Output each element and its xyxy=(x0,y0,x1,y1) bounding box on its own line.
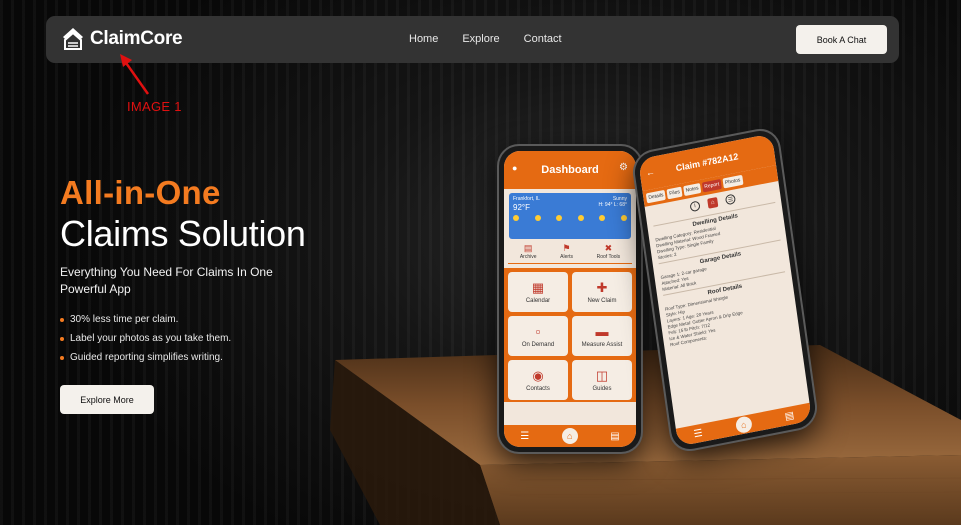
tile-label: Contacts xyxy=(526,385,550,392)
claimcore-logo-icon xyxy=(63,28,83,50)
sun-icon xyxy=(534,215,541,221)
feature-item: Label your photos as you take them. xyxy=(60,329,231,348)
clipboard-icon: ▫ xyxy=(535,323,541,339)
feature-item: 30% less time per claim. xyxy=(60,310,231,329)
annotation-label: IMAGE 1 xyxy=(127,99,182,114)
home-icon[interactable]: ⌂ xyxy=(561,428,578,444)
annotation-arrow-icon xyxy=(120,54,150,95)
headline-accent: All-in-One xyxy=(60,174,221,211)
calendar-icon: ▦ xyxy=(531,279,545,295)
nav-link-contact[interactable]: Contact xyxy=(524,33,562,45)
back-arrow-icon[interactable]: ← xyxy=(645,166,655,178)
tile-new-claim[interactable]: ✚ New Claim xyxy=(572,272,632,312)
new-claim-icon: ✚ xyxy=(596,279,608,295)
sun-icon xyxy=(620,215,627,221)
home-icon[interactable]: ⌂ xyxy=(734,415,753,435)
tile-measure-assist[interactable]: ▬ Measure Assist xyxy=(572,316,632,356)
tab-details[interactable]: Details xyxy=(645,189,667,204)
feature-item: Guided reporting simplifies writing. xyxy=(60,348,231,367)
tab-notes[interactable]: Notes xyxy=(683,182,702,197)
bullet-dot-icon xyxy=(60,336,64,341)
archive-icon: ▤ xyxy=(523,243,533,253)
dashboard-title: Dashboard xyxy=(541,164,599,176)
dashboard-tabbar: ☰ ⌂ ▤ xyxy=(504,425,636,447)
quick-tools: ▤ Archive ⚑ Alerts ✖ Roof Tools xyxy=(508,243,632,264)
ruler-icon: ▬ xyxy=(595,323,609,339)
home-icon[interactable]: ⌂ xyxy=(707,196,719,209)
tile-on-demand[interactable]: ▫ On Demand xyxy=(508,316,568,356)
weather-location: Frankfort, IL xyxy=(513,196,540,202)
menu-icon[interactable]: ☰ xyxy=(693,427,703,440)
tile-label: New Claim xyxy=(587,297,617,304)
bullet-dot-icon xyxy=(60,317,64,322)
contacts-icon: ◉ xyxy=(532,367,544,383)
document-icon[interactable]: ▤ xyxy=(784,409,795,422)
tool-alerts[interactable]: ⚑ Alerts xyxy=(560,243,573,260)
tile-label: On Demand xyxy=(521,341,555,348)
tool-archive[interactable]: ▤ Archive xyxy=(520,243,537,260)
nav-link-home[interactable]: Home xyxy=(409,33,438,45)
tools-icon: ✖ xyxy=(604,243,613,253)
bell-icon: ⚑ xyxy=(562,243,571,253)
profile-icon: ● xyxy=(512,163,518,173)
tile-contacts[interactable]: ◉ Contacts xyxy=(508,360,568,400)
dashboard-screen: ● Dashboard ⚙ Frankfort, IL Sunny 92°F H… xyxy=(504,151,636,447)
book-icon: ◫ xyxy=(595,367,609,383)
tool-label: Archive xyxy=(519,254,537,260)
sun-icon xyxy=(513,215,519,221)
weather-hilo: H: 94° L: 68° xyxy=(598,202,627,208)
tab-files[interactable]: Files xyxy=(666,186,683,200)
sun-icon xyxy=(599,215,606,221)
weather-widget: Frankfort, IL Sunny 92°F H: 94° L: 68° xyxy=(509,193,631,239)
tile-label: Calendar xyxy=(525,297,551,304)
headline-main: Claims Solution xyxy=(60,213,306,254)
tool-label: Roof Tools xyxy=(596,254,621,260)
dashboard-header: ● Dashboard ⚙ xyxy=(504,151,636,189)
document-icon[interactable]: ▤ xyxy=(610,431,619,442)
brand-logo[interactable]: ClaimCore xyxy=(59,25,183,53)
menu-icon[interactable]: ☰ xyxy=(520,431,529,442)
hero-stage: ClaimCore Home Explore Contact Book A Ch… xyxy=(0,0,961,525)
tab-photos[interactable]: Photos xyxy=(722,174,744,189)
list-icon[interactable]: ☰ xyxy=(724,193,737,206)
gear-icon: ⚙ xyxy=(619,162,628,173)
tool-roof-tools[interactable]: ✖ Roof Tools xyxy=(597,243,621,260)
hero-subcopy: Everything You Need For Claims In One Po… xyxy=(60,265,273,296)
tool-label: Alerts xyxy=(560,254,573,260)
nav-links: Home Explore Contact xyxy=(409,33,562,45)
tile-label: Measure Assist xyxy=(581,341,623,348)
info-icon[interactable]: i xyxy=(689,200,701,213)
claim-title: Claim #782A12 xyxy=(675,151,739,174)
tab-report[interactable]: Report xyxy=(701,178,722,193)
weather-forecast xyxy=(513,215,627,221)
feature-text: Label your photos as you take them. xyxy=(70,333,232,344)
top-navbar: ClaimCore Home Explore Contact Book A Ch… xyxy=(46,16,899,63)
bullet-dot-icon xyxy=(60,355,64,360)
book-a-chat-button[interactable]: Book A Chat xyxy=(796,25,887,54)
explore-more-button[interactable]: Explore More xyxy=(60,385,154,414)
tile-guides[interactable]: ◫ Guides xyxy=(572,360,632,400)
sun-icon xyxy=(556,215,563,221)
nav-link-explore[interactable]: Explore xyxy=(462,33,499,45)
tile-label: Guides xyxy=(592,385,612,392)
feature-text: 30% less time per claim. xyxy=(70,314,179,325)
tile-grid: ▦ Calendar ✚ New Claim ▫ On Demand ▬ Measure… xyxy=(508,272,632,400)
feature-text: Guided reporting simplifies writing. xyxy=(70,352,223,363)
weather-temp: 92°F xyxy=(513,203,530,212)
brand-name: ClaimCore xyxy=(90,28,183,49)
phone-mockup-dashboard: ● Dashboard ⚙ Frankfort, IL Sunny 92°F H… xyxy=(499,146,641,452)
tile-calendar[interactable]: ▦ Calendar xyxy=(508,272,568,312)
tile-panel: ▦ Calendar ✚ New Claim ▫ On Demand ▬ Measure… xyxy=(504,268,636,402)
sun-icon xyxy=(577,215,584,221)
feature-list: 30% less time per claim. Label your phot… xyxy=(60,310,231,367)
